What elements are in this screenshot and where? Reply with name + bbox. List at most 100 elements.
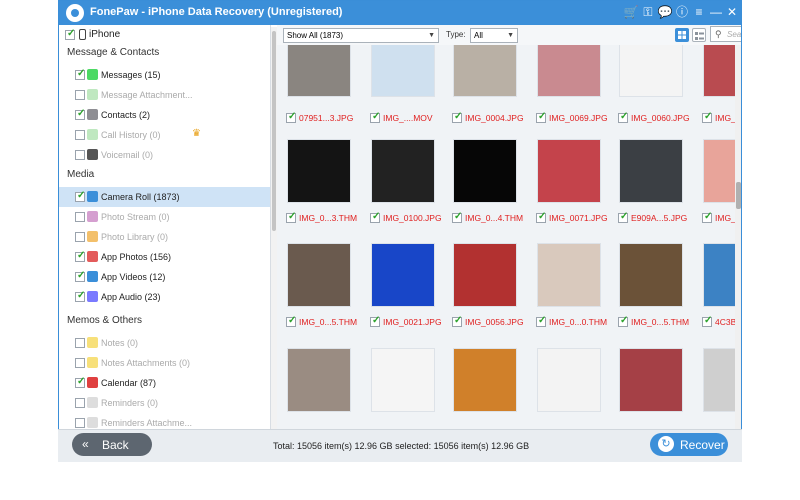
sidebar-item[interactable]: Camera Roll (1873) (59, 187, 270, 207)
sidebar-item[interactable]: App Audio (23) (59, 287, 270, 307)
thumbnail-image[interactable] (371, 348, 435, 412)
thumbnail-image[interactable] (287, 243, 351, 307)
reminders-attachment-icon (87, 417, 98, 428)
sidebar-item-checkbox[interactable] (75, 290, 85, 302)
list-view-button[interactable] (692, 28, 706, 42)
thumbnail-image[interactable] (619, 45, 683, 97)
bottom-bar: « Back Total: 15056 item(s) 12.96 GB sel… (58, 429, 742, 462)
sidebar-item-checkbox[interactable] (75, 130, 85, 140)
thumbnail-checkbox[interactable] (536, 111, 546, 123)
back-button[interactable]: « Back (72, 433, 152, 456)
type-select[interactable]: All ▼ (470, 28, 518, 43)
sidebar-item[interactable]: Message Attachment... (59, 85, 270, 105)
thumbnail-checkbox[interactable] (286, 315, 296, 327)
menu-icon[interactable]: ≡ (691, 4, 707, 20)
sidebar-item[interactable]: Voicemail (0) (59, 145, 270, 165)
sidebar-item-checkbox[interactable] (75, 338, 85, 348)
sidebar-item[interactable]: Notes (0) (59, 333, 270, 353)
thumbnail-checkbox[interactable] (702, 111, 712, 123)
thumbnail-checkbox[interactable] (370, 211, 380, 223)
back-label: Back (102, 438, 129, 452)
thumbnail-checkbox[interactable] (286, 211, 296, 223)
thumbnail-image[interactable] (287, 139, 351, 203)
thumbnail-image[interactable] (619, 139, 683, 203)
minimize-icon[interactable]: — (708, 4, 724, 20)
sidebar-item-checkbox[interactable] (75, 108, 85, 120)
sidebar-item[interactable]: Reminders Attachme... (59, 413, 270, 430)
thumbnail-checkbox[interactable] (286, 111, 296, 123)
photo-library-icon (87, 231, 98, 242)
sidebar-scroll-thumb[interactable] (272, 31, 276, 231)
thumbnail-checkbox[interactable] (452, 315, 462, 327)
sidebar-item-checkbox[interactable] (75, 212, 85, 222)
thumbnail-checkbox[interactable] (536, 315, 546, 327)
cart-icon[interactable]: 🛒 (623, 4, 639, 20)
sidebar-item-label: Contacts (2) (101, 110, 151, 120)
thumbnail-image[interactable] (453, 243, 517, 307)
thumbnail-checkbox[interactable] (618, 211, 628, 223)
thumbnail-checkbox[interactable] (370, 111, 380, 123)
search-input[interactable]: ⚲ Search (710, 26, 741, 42)
grid-view-button[interactable] (675, 28, 689, 42)
phone-icon (87, 129, 98, 140)
thumbnail-checkbox[interactable] (536, 211, 546, 223)
device-checkbox[interactable] (65, 28, 75, 40)
thumbnail-checkbox[interactable] (702, 315, 712, 327)
thumbnail-checkbox[interactable] (452, 211, 462, 223)
sidebar-item-checkbox[interactable] (75, 376, 85, 388)
thumbnail-image[interactable] (287, 45, 351, 97)
sidebar-item[interactable]: Messages (15) (59, 65, 270, 85)
sidebar-item-checkbox[interactable] (75, 68, 85, 80)
thumbnail-image[interactable] (453, 45, 517, 97)
thumbnail-image[interactable] (537, 348, 601, 412)
sidebar-item[interactable]: Notes Attachments (0) (59, 353, 270, 373)
reminders-icon (87, 397, 98, 408)
thumbnail-image[interactable] (371, 243, 435, 307)
key-icon[interactable]: ⚿ (640, 4, 656, 20)
sidebar-item-checkbox[interactable] (75, 418, 85, 428)
thumbnail-image[interactable] (371, 45, 435, 97)
sidebar-item[interactable]: App Videos (12) (59, 267, 270, 287)
sidebar-item-checkbox[interactable] (75, 270, 85, 282)
thumbnail-image[interactable] (453, 348, 517, 412)
chat-icon[interactable]: 💬 (657, 4, 673, 20)
thumbnail-checkbox[interactable] (618, 315, 628, 327)
sidebar-item-checkbox[interactable] (75, 190, 85, 202)
info-icon[interactable]: ⓘ (674, 4, 690, 20)
sidebar-item[interactable]: Call History (0) ♛ (59, 125, 270, 145)
sidebar-item-checkbox[interactable] (75, 232, 85, 242)
sidebar-item[interactable]: App Photos (156) (59, 247, 270, 267)
content-scroll-thumb[interactable] (736, 182, 741, 209)
app-window: FonePaw - iPhone Data Recovery (Unregist… (58, 0, 742, 462)
chevron-down-icon: ▼ (428, 32, 435, 39)
thumbnail-image[interactable] (287, 348, 351, 412)
sidebar-item-label: Reminders (0) (101, 398, 159, 408)
sidebar-item[interactable]: Photo Library (0) (59, 227, 270, 247)
recover-label: Recover (680, 438, 725, 452)
sidebar-item-checkbox[interactable] (75, 250, 85, 262)
recover-button[interactable]: ↻ Recover (650, 433, 728, 456)
device-row[interactable]: iPhone (59, 25, 270, 45)
thumbnail-image[interactable] (537, 45, 601, 97)
sidebar-item-checkbox[interactable] (75, 90, 85, 100)
thumbnail-image[interactable] (537, 139, 601, 203)
sidebar-item[interactable]: Reminders (0) (59, 393, 270, 413)
thumbnail-checkbox[interactable] (618, 111, 628, 123)
sidebar-item-checkbox[interactable] (75, 358, 85, 368)
sidebar-item-checkbox[interactable] (75, 398, 85, 408)
thumbnail-image[interactable] (453, 139, 517, 203)
thumbnail-image[interactable] (537, 243, 601, 307)
show-filter-select[interactable]: Show All (1873) ▼ (283, 28, 439, 43)
content-scrollbar[interactable] (735, 45, 741, 430)
sidebar-item-checkbox[interactable] (75, 150, 85, 160)
sidebar-item[interactable]: Contacts (2) (59, 105, 270, 125)
thumbnail-checkbox[interactable] (702, 211, 712, 223)
thumbnail-image[interactable] (371, 139, 435, 203)
thumbnail-checkbox[interactable] (452, 111, 462, 123)
thumbnail-image[interactable] (619, 243, 683, 307)
thumbnail-checkbox[interactable] (370, 315, 380, 327)
sidebar-item[interactable]: Photo Stream (0) (59, 207, 270, 227)
thumbnail-image[interactable] (619, 348, 683, 412)
close-icon[interactable]: ✕ (724, 4, 740, 20)
sidebar-item[interactable]: Calendar (87) (59, 373, 270, 393)
